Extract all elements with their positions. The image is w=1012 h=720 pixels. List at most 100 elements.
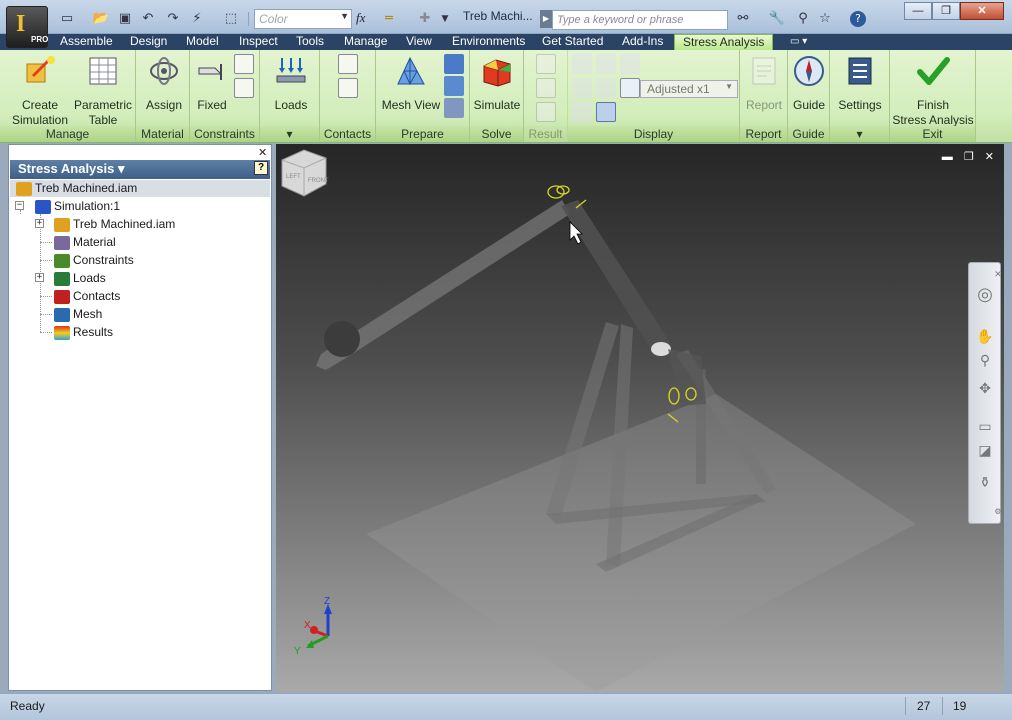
tab-design[interactable]: Design [130,34,167,50]
tree-item-constraints[interactable]: Constraints [54,252,134,269]
loads-button[interactable]: Loads [268,52,314,113]
assembly-expand-toggle[interactable]: + [35,219,44,228]
line-weight-icon[interactable]: ═ [380,10,398,28]
tree-item-mesh[interactable]: Mesh [54,306,102,323]
parametric-table-button[interactable]: Parametric Table [72,52,134,128]
viewcube-front-label: FRONT [308,178,329,184]
finish-stress-analysis-button[interactable]: Finish Stress Analysis [892,52,974,128]
tree-item-assembly[interactable]: Treb Machined.iam [54,216,175,233]
tree-item-results[interactable]: Results [54,324,113,341]
minimum-icon[interactable] [596,78,616,98]
boundary-conditions-icon[interactable] [620,54,640,74]
loads-panel-expander[interactable]: ▾ [260,126,319,142]
zoom-icon[interactable]: ⚲ [976,351,994,369]
new-icon[interactable]: ▭ [58,10,76,28]
communication-icon[interactable]: ⚲ [794,10,812,28]
tab-model[interactable]: Model [186,34,219,50]
color-bar-icon[interactable] [620,78,640,98]
tab-add-ins[interactable]: Add-Ins [622,34,663,50]
frictionless-constraint-icon[interactable] [234,78,254,98]
assembly-icon [16,182,32,196]
probe-icon[interactable] [536,78,556,98]
customize-toolbar-icon[interactable]: ▼ [436,10,454,28]
report-button[interactable]: Report [742,52,786,113]
browser-help-icon[interactable]: ? [254,161,268,175]
convergence-plot-icon[interactable] [536,102,556,122]
color-override-select[interactable]: Color ▼ [254,9,352,29]
simulate-button[interactable]: Simulate [472,52,522,113]
guide-button[interactable]: Guide [790,52,828,113]
browser-root-node[interactable]: Treb Machined.iam [10,180,270,197]
tab-manage[interactable]: Manage [344,34,387,50]
ground-plane [366,394,916,692]
tree-item-contacts[interactable]: Contacts [54,288,120,305]
assign-button[interactable]: Assign [142,52,186,113]
pin-constraint-icon[interactable] [234,54,254,74]
same-scale-icon[interactable] [572,54,592,74]
chevron-down-icon: ▼ [340,11,349,21]
browser-close-icon[interactable]: ✕ [258,146,267,159]
tab-inspect[interactable]: Inspect [239,34,278,50]
select-icon[interactable]: ⬚ [222,10,240,28]
free-orbit-icon[interactable]: ◪ [976,441,994,459]
tools-icon[interactable]: 🔧 [768,10,786,28]
minimize-button[interactable]: — [904,2,932,20]
tab-tools[interactable]: Tools [296,34,324,50]
settings-panel-expander[interactable]: ▾ [830,126,889,142]
open-icon[interactable]: 📂 [92,10,110,28]
view-face-icon[interactable]: ⚱ [976,473,994,491]
title-scroll-button[interactable]: ▶ [540,10,552,28]
measure-icon[interactable]: ✚ [416,10,434,28]
settings-button[interactable]: Settings [836,52,884,113]
maximum-icon[interactable] [572,78,592,98]
save-icon[interactable]: ▣ [116,10,134,28]
tab-environments[interactable]: Environments [452,34,525,50]
mesh-settings-icon[interactable] [444,54,464,74]
ribbon-options-icon[interactable]: ▭ ▾ [790,34,807,50]
simulate-label: Simulate [473,98,521,112]
fixed-constraint-button[interactable]: Fixed [194,52,230,113]
loads-expand-toggle[interactable]: + [35,273,44,282]
navbar-options-icon[interactable]: ⚙ [989,503,1004,521]
finish-stress-analysis-label: Finish Stress Analysis [892,98,974,127]
pan-icon[interactable]: ✋ [976,327,994,345]
manual-contact-icon[interactable] [338,78,358,98]
look-at-icon[interactable]: ▭ [976,417,994,435]
parameters-icon[interactable]: fx [356,10,365,26]
document-window-controls[interactable]: ▬ ❐ ✕ [942,150,998,163]
help-icon[interactable]: ? [850,11,866,27]
convergence-settings-icon[interactable] [444,98,464,118]
tab-view[interactable]: View [406,34,432,50]
local-mesh-control-icon[interactable] [444,76,464,96]
undo-icon[interactable]: ↶ [139,10,157,28]
orbit-icon[interactable]: ✥ [976,379,994,397]
animate-results-icon[interactable] [536,54,556,74]
displacement-display-icon[interactable] [596,102,616,122]
close-button[interactable]: ✕ [960,2,1004,20]
tree-item-material[interactable]: Material [54,234,116,251]
tab-get-started[interactable]: Get Started [542,34,603,50]
tree-item-simulation[interactable]: Simulation:1 [35,198,120,215]
binoculars-icon[interactable]: ⚯ [734,10,752,28]
tab-stress-analysis[interactable]: Stress Analysis [674,34,774,50]
contour-shading-icon[interactable] [596,54,616,74]
simulation-collapse-toggle[interactable]: − [15,201,24,210]
browser-title[interactable]: Stress Analysis ▾ ? [10,160,270,179]
tab-assemble[interactable]: Assemble [60,34,113,50]
favorites-icon[interactable]: ☆ [816,10,834,28]
steering-wheel-icon[interactable]: ◎ [976,285,994,303]
restore-button[interactable]: ❐ [932,2,960,20]
application-menu-button[interactable]: I PRO [6,6,48,48]
viewcube[interactable]: LEFT FRONT [276,144,332,202]
update-icon[interactable]: ⚡ [188,10,206,28]
displacement-scale-select[interactable]: Adjusted x1 ▼ [640,80,738,98]
help-search-input[interactable]: Type a keyword or phrase [552,10,728,30]
mesh-view-button[interactable]: Mesh View [380,52,442,113]
navbar-close-icon[interactable]: ✕ [989,265,1004,283]
create-simulation-button[interactable]: Create Simulation [8,52,72,128]
redo-icon[interactable]: ↷ [164,10,182,28]
graphics-viewport[interactable]: ▬ ❐ ✕ LEFT FRONT ✕ ◎ ✋ ⚲ ✥ ▭ ◪ ⚱ ⚙ Z X Y [276,144,1004,692]
probe-labels-icon[interactable] [572,102,592,122]
tree-item-loads[interactable]: Loads [54,270,106,287]
automatic-contacts-icon[interactable] [338,54,358,74]
